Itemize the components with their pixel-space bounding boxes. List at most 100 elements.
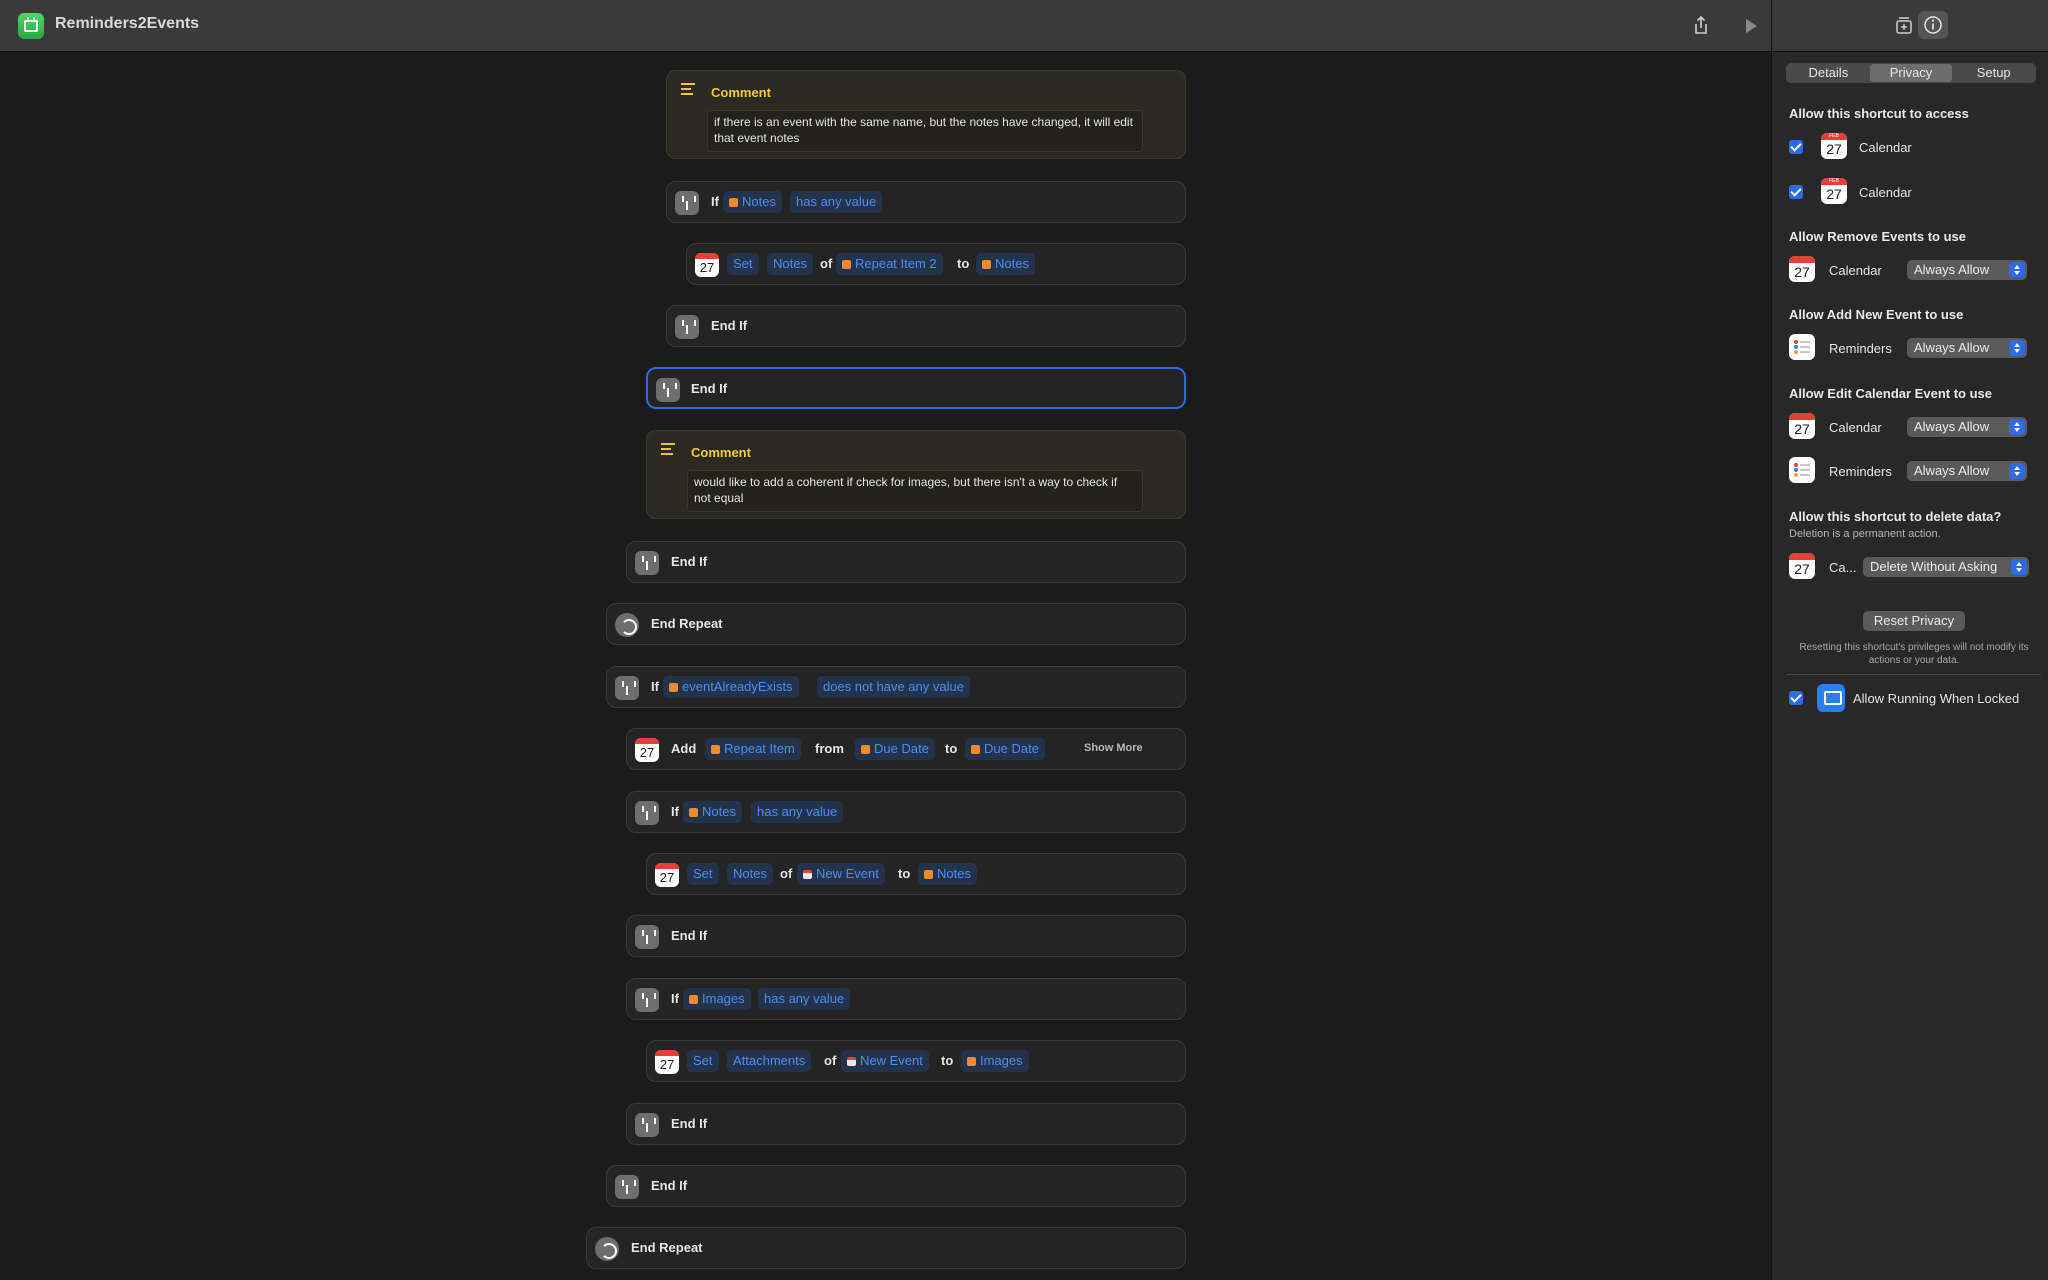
show-more-button[interactable]: Show More bbox=[1084, 742, 1143, 754]
of-label: of bbox=[820, 256, 833, 271]
set-token[interactable]: Set bbox=[727, 253, 759, 275]
comment-text[interactable]: if there is an event with the same name,… bbox=[707, 110, 1143, 152]
variable-new-event[interactable]: New Event bbox=[797, 863, 885, 885]
variable-notes[interactable]: Notes bbox=[683, 801, 742, 823]
if-block[interactable]: If Notes has any value bbox=[666, 181, 1186, 223]
permission-row: 27 Calendar Always Allow bbox=[1789, 256, 2039, 286]
variable-images[interactable]: Images bbox=[683, 988, 751, 1010]
permission-popup[interactable]: Always Allow bbox=[1907, 461, 2027, 481]
share-button[interactable] bbox=[1688, 13, 1714, 39]
calendar-icon: 27 bbox=[695, 253, 719, 277]
if-block[interactable]: If Notes has any value bbox=[626, 791, 1186, 833]
end-repeat-block[interactable]: End Repeat bbox=[606, 603, 1186, 645]
condition-does-not-have-any-value[interactable]: does not have any value bbox=[817, 676, 970, 698]
sidebar-toolbar bbox=[1772, 0, 2048, 52]
comment-title: Comment bbox=[711, 85, 771, 100]
app-title: Reminders2Events bbox=[55, 15, 200, 32]
end-if-label: End If bbox=[691, 381, 728, 396]
end-if-label: End If bbox=[671, 928, 708, 943]
set-event-detail-block[interactable]: 27 Set Attachments of New Event to Image… bbox=[646, 1040, 1186, 1082]
set-event-detail-block[interactable]: 27 Set Notes of New Event to Notes bbox=[646, 853, 1186, 895]
add-new-event-heading: Allow Add New Event to use bbox=[1789, 307, 1964, 322]
branch-icon bbox=[615, 1175, 639, 1199]
editor-canvas[interactable]: Comment if there is an event with the sa… bbox=[0, 53, 1771, 1280]
inspector-tabs: Details Privacy Setup bbox=[1786, 63, 2036, 83]
comment-block[interactable]: Comment would like to add a coherent if … bbox=[646, 430, 1186, 519]
variable-due-date-end[interactable]: Due Date bbox=[965, 738, 1045, 760]
permission-popup[interactable]: Always Allow bbox=[1907, 417, 2027, 437]
add-event-block[interactable]: 27 Add Repeat Item from Due Date to Due … bbox=[626, 728, 1186, 770]
from-label: from bbox=[815, 741, 844, 756]
branch-icon bbox=[675, 315, 699, 339]
comment-icon bbox=[661, 443, 675, 455]
if-block[interactable]: If Images has any value bbox=[626, 978, 1186, 1020]
end-if-block[interactable]: End If bbox=[666, 305, 1186, 347]
set-token[interactable]: Set bbox=[687, 1050, 719, 1072]
permission-row: 27 Calendar Always Allow bbox=[1789, 413, 2039, 443]
add-label: Add bbox=[671, 741, 697, 756]
variable-repeat-item[interactable]: Repeat Item bbox=[705, 738, 801, 760]
variable-notes[interactable]: Notes bbox=[976, 253, 1035, 275]
library-icon bbox=[1896, 17, 1912, 34]
comment-text[interactable]: would like to add a coherent if check fo… bbox=[687, 470, 1143, 512]
chevron-updown-icon bbox=[2009, 340, 2025, 356]
comment-title: Comment bbox=[691, 445, 751, 460]
info-icon bbox=[1924, 16, 1942, 34]
info-button[interactable] bbox=[1918, 11, 1948, 39]
condition-has-any-value[interactable]: has any value bbox=[751, 801, 844, 823]
end-if-block[interactable]: End If bbox=[626, 541, 1186, 583]
reminders-icon bbox=[1789, 457, 1815, 483]
condition-has-any-value[interactable]: has any value bbox=[758, 988, 851, 1010]
end-repeat-block[interactable]: End Repeat bbox=[586, 1227, 1186, 1269]
variable-due-date-start[interactable]: Due Date bbox=[855, 738, 935, 760]
detail-attachments[interactable]: Attachments bbox=[727, 1050, 812, 1072]
delete-data-heading: Allow this shortcut to delete data? bbox=[1789, 509, 2002, 524]
set-token[interactable]: Set bbox=[687, 863, 719, 885]
permission-app-label: Reminders bbox=[1829, 341, 1892, 356]
end-if-block[interactable]: End If bbox=[626, 1103, 1186, 1145]
variable-notes[interactable]: Notes bbox=[723, 191, 782, 213]
variable-images[interactable]: Images bbox=[961, 1050, 1029, 1072]
branch-icon bbox=[635, 551, 659, 575]
to-label: to bbox=[941, 1053, 954, 1068]
variable-event-already-exists[interactable]: eventAlreadyExists bbox=[663, 676, 799, 698]
condition-has-any-value[interactable]: has any value bbox=[790, 191, 883, 213]
delete-permission-popup[interactable]: Delete Without Asking bbox=[1863, 557, 2029, 577]
set-event-detail-block[interactable]: 27 Set Notes of Repeat Item 2 to Notes bbox=[686, 243, 1186, 285]
variable-repeat-item-2[interactable]: Repeat Item 2 bbox=[836, 253, 943, 275]
permission-app-label: Calendar bbox=[1829, 420, 1882, 435]
end-if-block-selected[interactable]: End If bbox=[646, 367, 1186, 409]
permission-popup[interactable]: Always Allow bbox=[1907, 338, 2027, 358]
variable-notes[interactable]: Notes bbox=[918, 863, 977, 885]
tab-details[interactable]: Details bbox=[1787, 64, 1870, 82]
branch-icon bbox=[675, 191, 699, 215]
screen-icon bbox=[1817, 684, 1845, 712]
tab-privacy[interactable]: Privacy bbox=[1869, 64, 1953, 82]
end-if-block[interactable]: End If bbox=[626, 915, 1186, 957]
end-if-block[interactable]: End If bbox=[606, 1165, 1186, 1207]
access-label: Calendar bbox=[1859, 185, 1912, 200]
chevron-updown-icon bbox=[2011, 559, 2027, 575]
tab-setup[interactable]: Setup bbox=[1952, 64, 2035, 82]
calendar-icon: 27 bbox=[635, 738, 659, 762]
end-if-label: End If bbox=[711, 318, 748, 333]
comment-block[interactable]: Comment if there is an event with the sa… bbox=[666, 70, 1186, 159]
end-if-label: End If bbox=[651, 1178, 688, 1193]
chevron-updown-icon bbox=[2009, 419, 2025, 435]
access-checkbox[interactable] bbox=[1789, 185, 1803, 199]
detail-notes[interactable]: Notes bbox=[767, 253, 813, 275]
add-to-library-button[interactable] bbox=[1891, 13, 1917, 39]
if-block[interactable]: If eventAlreadyExists does not have any … bbox=[606, 666, 1186, 708]
run-button[interactable] bbox=[1737, 13, 1763, 39]
permission-popup[interactable]: Always Allow bbox=[1907, 260, 2027, 280]
end-if-label: End If bbox=[671, 1116, 708, 1131]
allow-locked-checkbox[interactable] bbox=[1789, 691, 1803, 705]
detail-notes[interactable]: Notes bbox=[727, 863, 773, 885]
to-label: to bbox=[898, 866, 911, 881]
reminders-icon bbox=[1789, 334, 1815, 360]
reset-privacy-button[interactable]: Reset Privacy bbox=[1863, 611, 1965, 631]
app-icon bbox=[18, 13, 44, 39]
remove-events-heading: Allow Remove Events to use bbox=[1789, 229, 1966, 244]
access-checkbox[interactable] bbox=[1789, 140, 1803, 154]
variable-new-event[interactable]: New Event bbox=[841, 1050, 929, 1072]
